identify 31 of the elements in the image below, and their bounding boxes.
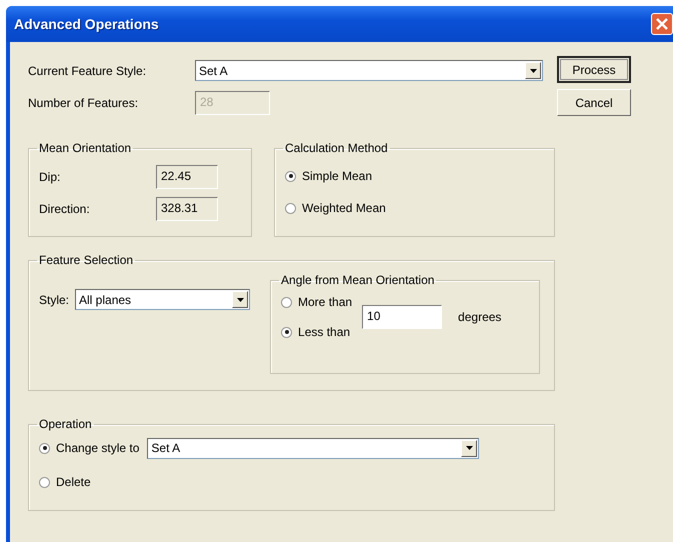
close-button[interactable]	[651, 13, 673, 35]
dialog-button[interactable]: Cancel	[557, 89, 631, 116]
caret-icon	[530, 68, 536, 72]
caret-icon	[466, 446, 473, 450]
field-label: Direction:	[39, 202, 91, 216]
window-title: Advanced Operations	[14, 16, 159, 32]
readout-field: 22.45	[156, 165, 218, 189]
group-title: Operation	[38, 417, 93, 431]
unit-label: degrees	[458, 310, 502, 324]
dropdown-field[interactable]: Set A	[147, 438, 480, 458]
field-label: Dip:	[39, 170, 62, 184]
group-title: Calculation Method	[284, 141, 389, 155]
radio-option[interactable]: Change style to	[39, 437, 140, 459]
group-title: Feature Selection	[38, 253, 134, 267]
radio-option[interactable]: Delete	[39, 471, 544, 493]
close-icon	[656, 18, 668, 30]
dropdown-field[interactable]: Set A	[195, 60, 543, 81]
field-label: Number of Features:	[28, 96, 140, 110]
group-title: Mean Orientation	[38, 141, 132, 155]
radio-option[interactable]: Less than	[281, 321, 352, 343]
field-label: Current Feature Style:	[28, 64, 148, 78]
radio-option[interactable]: More than	[281, 291, 352, 313]
field-label: Style:	[39, 292, 70, 306]
angle-field[interactable]: 10	[362, 305, 442, 329]
radio-option[interactable]: Simple Mean	[285, 165, 544, 187]
group-title: Angle from Mean Orientation	[280, 273, 436, 287]
caret-icon	[236, 298, 244, 302]
dialog-button[interactable]: Process	[557, 56, 631, 83]
readout-field: 328.31	[156, 197, 218, 221]
dropdown-field[interactable]: All planes	[75, 289, 250, 310]
radio-option[interactable]: Weighted Mean	[285, 197, 544, 219]
